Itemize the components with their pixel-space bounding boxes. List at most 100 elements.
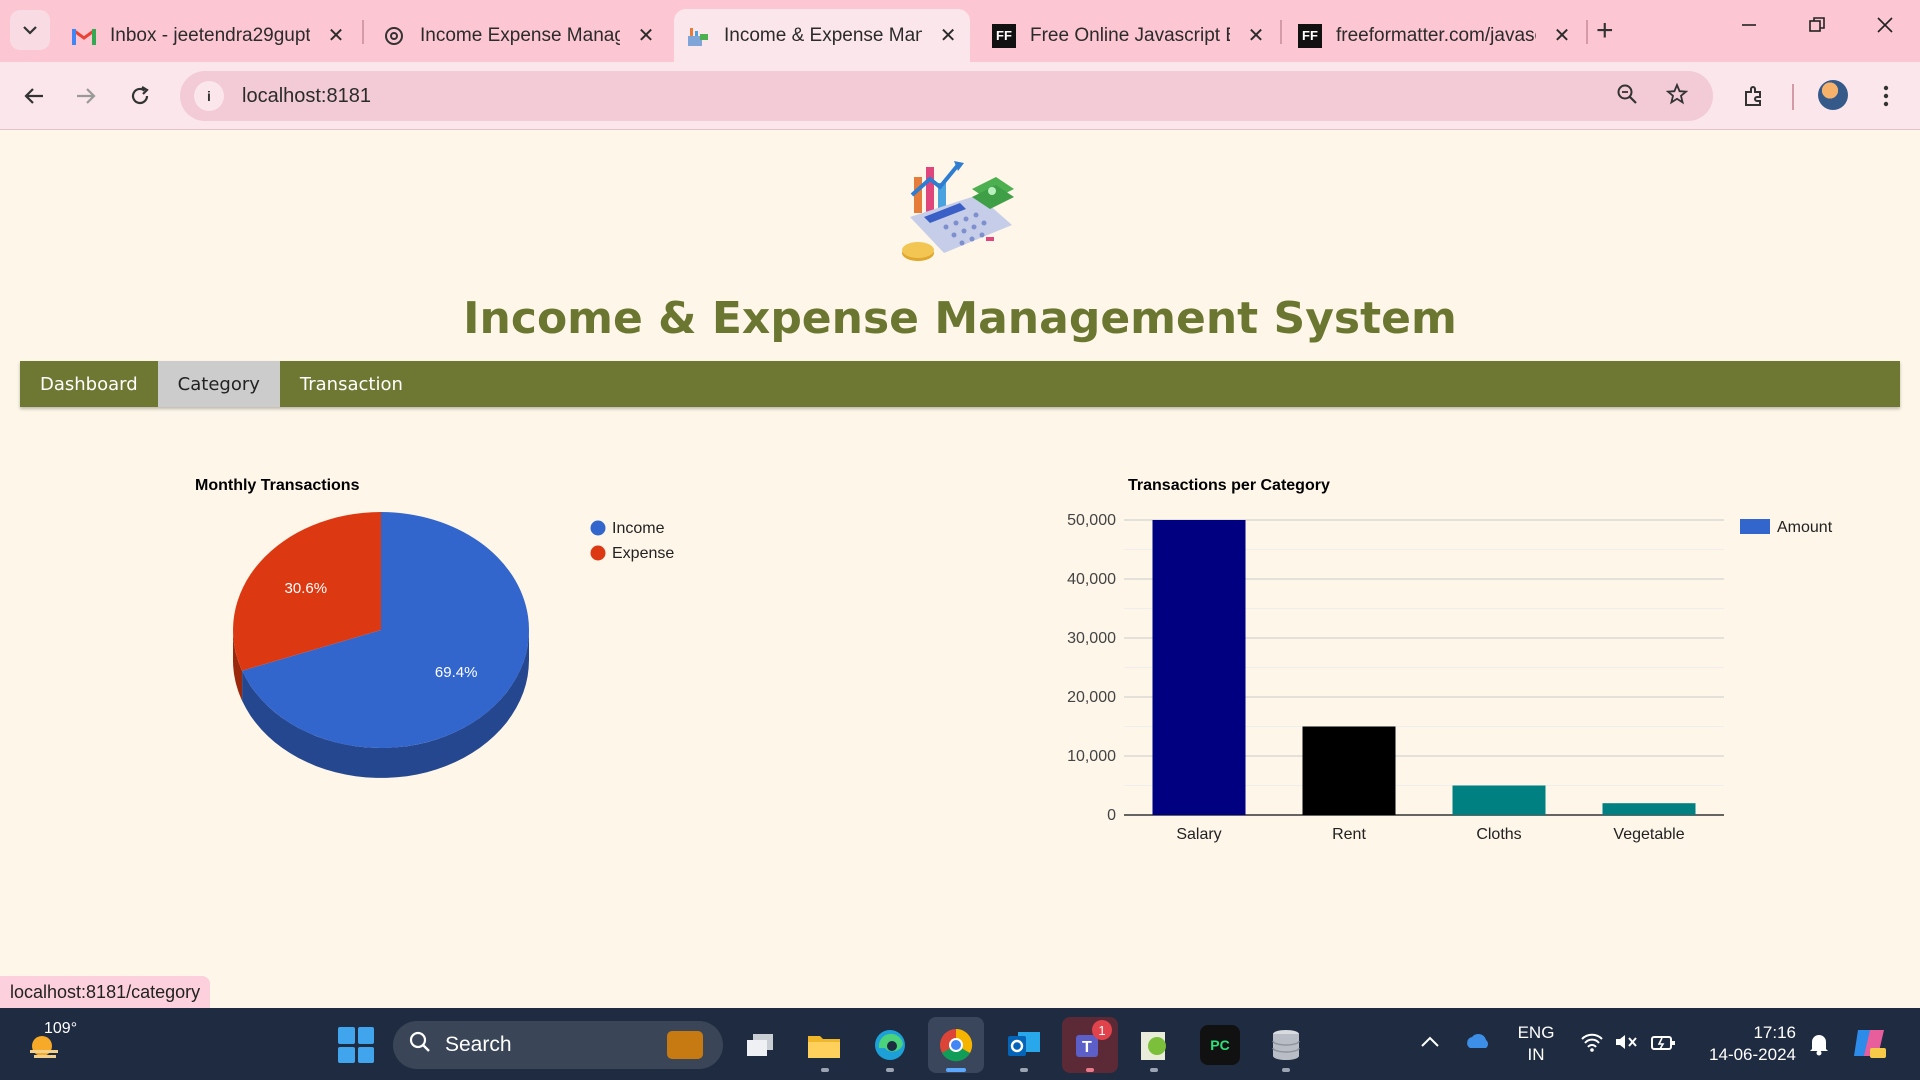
- wifi-icon[interactable]: [1580, 1032, 1604, 1057]
- close-window-icon[interactable]: [1870, 14, 1900, 40]
- bar-y-tick-label: 10,000: [1067, 748, 1116, 765]
- pie-legend-label-expense: Expense: [612, 545, 674, 562]
- gmail-icon: [72, 24, 96, 48]
- input-language[interactable]: ENG IN: [1516, 1022, 1556, 1066]
- reload-icon: [131, 86, 149, 105]
- pie-legend-swatch-income: [590, 520, 606, 536]
- bar-x-tick-label-rent: Rent: [1332, 826, 1366, 843]
- bar-vegetable: [1602, 803, 1696, 815]
- reload-button[interactable]: [120, 76, 160, 116]
- briefcase-icon: [667, 1031, 703, 1059]
- tab-gmail[interactable]: Inbox - jeetendra29gupta@ ✕: [60, 9, 358, 62]
- toolbar-divider: [1792, 84, 1794, 110]
- arrow-right-icon: [77, 88, 96, 104]
- bar-legend-label: Amount: [1777, 519, 1833, 536]
- browser-toolbar: i localhost:8181: [0, 62, 1920, 130]
- ff-icon: FF: [992, 23, 1016, 48]
- close-icon[interactable]: ✕: [326, 23, 346, 48]
- bar-cloths: [1452, 785, 1546, 815]
- pie-data-label-income: 69.4%: [435, 664, 478, 681]
- copilot-icon[interactable]: [1852, 1026, 1888, 1065]
- notification-bell-icon[interactable]: [1808, 1032, 1830, 1061]
- tab-income-expense-active[interactable]: Income & Expense Management ✕: [674, 9, 970, 62]
- database-icon[interactable]: [1266, 1025, 1306, 1065]
- back-button[interactable]: [14, 76, 54, 116]
- pie-legend-label-income: Income: [612, 520, 665, 537]
- arrow-left-icon: [24, 88, 43, 104]
- nav-dashboard[interactable]: Dashboard: [20, 361, 158, 407]
- bar-x-tick-label-cloths: Cloths: [1476, 826, 1521, 843]
- bar-rent: [1302, 726, 1396, 815]
- bar-x-tick-label-vegetable: Vegetable: [1613, 826, 1684, 843]
- search-label: Search: [445, 1033, 512, 1056]
- main-nav: Dashboard Category Transaction: [20, 361, 1900, 407]
- bar-y-tick-label: 40,000: [1067, 571, 1116, 588]
- chevron-up-icon[interactable]: [1420, 1034, 1440, 1053]
- bar-y-tick-label: 30,000: [1067, 630, 1116, 647]
- pie-legend-swatch-expense: [590, 545, 606, 561]
- taskbar-search[interactable]: Search: [393, 1021, 723, 1069]
- minimize-icon[interactable]: [1734, 14, 1764, 40]
- battery-icon[interactable]: [1650, 1032, 1676, 1057]
- app-logo: [900, 155, 1020, 265]
- ff-icon: FF: [1298, 23, 1322, 48]
- pie-chart-title: Monthly Transactions: [195, 477, 360, 494]
- outlook-icon[interactable]: [1004, 1025, 1044, 1065]
- close-icon[interactable]: ✕: [938, 23, 958, 48]
- edge-icon[interactable]: [870, 1025, 910, 1065]
- onedrive-icon[interactable]: [1464, 1032, 1492, 1055]
- kebab-menu-icon: [1883, 85, 1889, 107]
- clock-date: 14-06-2024: [1709, 1045, 1796, 1064]
- notepad-plus-icon[interactable]: [1134, 1025, 1174, 1065]
- windows-start-icon[interactable]: [338, 1027, 374, 1063]
- forward-button[interactable]: [66, 76, 106, 116]
- close-icon[interactable]: ✕: [636, 23, 656, 48]
- bar-y-tick-label: 20,000: [1067, 689, 1116, 706]
- chrome-icon[interactable]: [928, 1017, 984, 1073]
- page-title: Income & Expense Management System: [463, 293, 1457, 344]
- bar-y-tick-label: 0: [1107, 807, 1116, 824]
- pie-chart: 69.4% 30.6% Income Expense: [233, 512, 674, 778]
- profile-avatar[interactable]: [1818, 80, 1848, 110]
- speaker-muted-icon[interactable]: [1614, 1032, 1638, 1057]
- close-icon[interactable]: ✕: [1246, 23, 1266, 48]
- system-clock[interactable]: 17:16 14-06-2024: [1696, 1022, 1796, 1066]
- tab-title: Income & Expense Management: [724, 24, 923, 46]
- tab-title: Income Expense Management: [420, 24, 620, 46]
- taskbar-indicator: [1282, 1068, 1290, 1072]
- tab-search-button[interactable]: [10, 10, 50, 50]
- region-code: IN: [1527, 1045, 1545, 1064]
- file-explorer-icon[interactable]: [804, 1025, 844, 1065]
- nav-transaction[interactable]: Transaction: [280, 361, 423, 407]
- close-icon[interactable]: ✕: [1552, 23, 1572, 48]
- status-bar-url: localhost:8181/category: [0, 976, 211, 1008]
- bar-chart: 0 10,000 20,000 30,000 40,000 50,000 Salary Re…: [1067, 512, 1833, 843]
- extensions-button[interactable]: [1734, 76, 1774, 116]
- bar-salary: [1152, 520, 1246, 815]
- puzzle-icon: [1745, 86, 1761, 106]
- tab-chatgpt[interactable]: Income Expense Management ✕: [370, 9, 668, 62]
- chatgpt-icon: [382, 24, 406, 48]
- tab-freeformatter[interactable]: FF freeformatter.com/javascript ✕: [1286, 9, 1584, 62]
- taskbar-indicator: [1150, 1068, 1158, 1072]
- weather-temperature[interactable]: 109°: [44, 1020, 77, 1038]
- clock-time: 17:16: [1753, 1023, 1796, 1042]
- tab-title: freeformatter.com/javascript: [1336, 24, 1536, 46]
- url-text[interactable]: localhost:8181: [242, 85, 371, 108]
- nav-category[interactable]: Category: [157, 361, 280, 407]
- site-info-icon[interactable]: i: [194, 81, 224, 111]
- browser-tab-strip: Inbox - jeetendra29gupta@ ✕ Income Expen…: [0, 0, 1920, 62]
- new-tab-button[interactable]: +: [1596, 14, 1614, 48]
- pycharm-icon[interactable]: PC: [1200, 1025, 1240, 1065]
- task-view-icon[interactable]: [740, 1025, 780, 1065]
- taskbar-indicator: [821, 1068, 829, 1072]
- menu-button[interactable]: [1866, 76, 1906, 116]
- address-bar[interactable]: i localhost:8181: [180, 71, 1713, 121]
- tab-js-beautifier[interactable]: FF Free Online Javascript Beautifier ✕: [980, 9, 1278, 62]
- restore-icon[interactable]: [1802, 14, 1832, 40]
- bar-legend-swatch: [1740, 519, 1770, 534]
- chevron-down-icon: [23, 26, 37, 35]
- app-favicon-icon: [686, 24, 710, 48]
- star-icon[interactable]: [1665, 82, 1689, 111]
- zoom-icon[interactable]: [1616, 83, 1638, 111]
